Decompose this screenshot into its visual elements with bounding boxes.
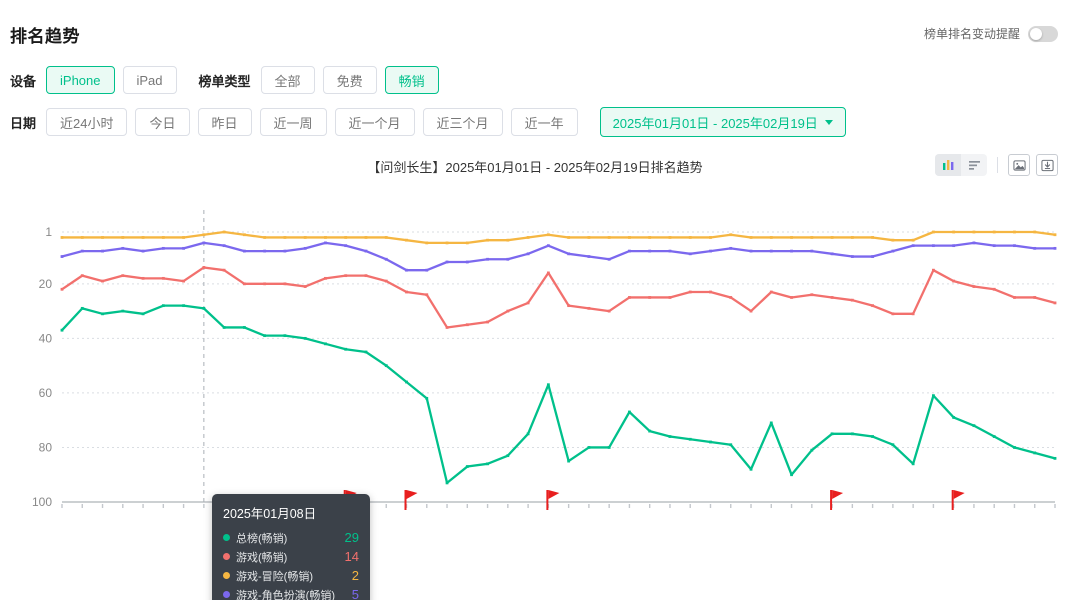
tooltip-series-label: 游戏(畅销) [236,551,288,564]
device-chip-group: iPhone iPad [46,66,177,94]
tooltip-row: 游戏-角色扮演(畅销) 5 [223,585,359,600]
tooltip-series-label: 游戏-冒险(畅销) [236,570,313,583]
list-type-label: 榜单类型 [198,73,251,89]
device-label: 设备 [10,73,37,89]
ranking-alert-toggle-group: 榜单排名变动提醒 [924,25,1058,42]
tooltip-series-label: 总榜(畅销) [236,532,288,545]
plot-area: 12040608010001月01日01月06日01月11日01月16日01月2… [0,182,1070,600]
tooltip-row: 游戏-冒险(畅销) 2 [223,566,359,585]
tooltip-series-label: 游戏-角色扮演(畅销) [236,589,335,600]
tooltip-series-value: 5 [351,587,359,600]
series-dot-rpg [223,591,230,598]
svg-text:01月21日: 01月21日 [442,511,493,512]
date-chip-today[interactable]: 今日 [135,108,190,136]
svg-text:02月05日: 02月05日 [726,511,777,512]
date-chip-yesterday[interactable]: 昨日 [197,108,252,136]
svg-text:01月31日: 01月31日 [624,511,675,512]
date-range-picker[interactable]: 2025年01月01日 - 2025年02月19日 [599,107,846,137]
page-title: 排名趋势 [10,27,80,46]
tooltip-series-value: 14 [344,549,359,564]
bar-chart-icon[interactable] [935,154,961,176]
svg-text:01月06日: 01月06日 [138,511,189,512]
toolbar-divider [997,157,998,173]
chart-header: 【问剑长生】2025年01月01日 - 2025年02月19日排名趋势 [0,150,1070,182]
svg-text:20: 20 [39,277,53,291]
svg-text:80: 80 [39,440,53,454]
rank-trend-line-chart[interactable]: 12040608010001月01日01月06日01月11日01月16日01月2… [0,182,1070,512]
chart-tooltip: 2025年01月08日 总榜(畅销) 29 游戏(畅销) 14 游戏-冒险(畅销… [212,494,370,600]
svg-text:60: 60 [39,386,53,400]
ranking-alert-switch[interactable] [1028,25,1058,42]
list-type-chip-all[interactable]: 全部 [260,66,315,94]
tooltip-series-value: 2 [351,568,359,583]
date-chip-week[interactable]: 近一周 [259,108,327,136]
list-view-icon[interactable] [961,154,987,176]
date-chip-month[interactable]: 近一个月 [334,108,415,136]
series-dot-games [223,553,230,560]
switch-knob [1030,27,1042,40]
download-icon[interactable] [1036,154,1058,176]
chevron-down-icon [824,119,833,125]
svg-text:1: 1 [45,225,52,239]
series-dot-total [223,534,230,541]
series-dot-adventure [223,572,230,579]
svg-text:02月10日: 02月10日 [827,511,878,512]
date-chip-group: 近24小时 今日 昨日 近一周 近一个月 近三个月 近一年 2025年01月01… [46,107,846,137]
tooltip-row: 游戏(畅销) 14 [223,547,359,566]
device-chip-iphone[interactable]: iPhone [46,66,115,94]
list-type-chip-grossing[interactable]: 畅销 [384,66,439,94]
chart-card: 【问剑长生】2025年01月01日 - 2025年02月19日排名趋势 1 20… [0,150,1070,600]
svg-text:01月26日: 01月26日 [543,511,594,512]
svg-text:40: 40 [39,331,53,345]
date-chip-24h[interactable]: 近24小时 [46,108,128,136]
date-range-text: 2025年01月01日 - 2025年02月19日 [612,115,818,131]
device-chip-ipad[interactable]: iPad [122,66,177,94]
filter-row-device-type: 设备 iPhone iPad 榜单类型 全部 免费 畅销 [10,66,461,94]
chart-view-toggle-group [935,154,987,176]
ranking-trend-page: 排名趋势 榜单排名变动提醒 设备 iPhone iPad 榜单类型 全部 免费 … [0,0,1070,600]
tooltip-date: 2025年01月08日 [223,507,317,521]
list-type-chip-free[interactable]: 免费 [322,66,377,94]
image-export-icon[interactable] [1008,154,1030,176]
chart-toolbar [935,154,1058,176]
filter-row-date: 日期 近24小时 今日 昨日 近一周 近一个月 近三个月 近一年 2025年01… [10,107,868,137]
ranking-alert-label: 榜单排名变动提醒 [923,27,1020,41]
date-chip-three-months[interactable]: 近三个月 [422,108,503,136]
svg-text:01月01日: 01月01日 [37,511,88,512]
svg-text:02月15日: 02月15日 [928,511,979,512]
date-chip-year[interactable]: 近一年 [510,108,578,136]
svg-text:100: 100 [32,495,52,509]
tooltip-series-value: 29 [344,530,359,545]
date-label: 日期 [10,115,37,131]
chart-title: 【问剑长生】2025年01月01日 - 2025年02月19日排名趋势 [367,159,703,175]
tooltip-row: 总榜(畅销) 29 [223,528,359,547]
svg-text:02月19日: 02月19日 [1030,511,1070,512]
list-type-chip-group: 全部 免费 畅销 [260,66,439,94]
